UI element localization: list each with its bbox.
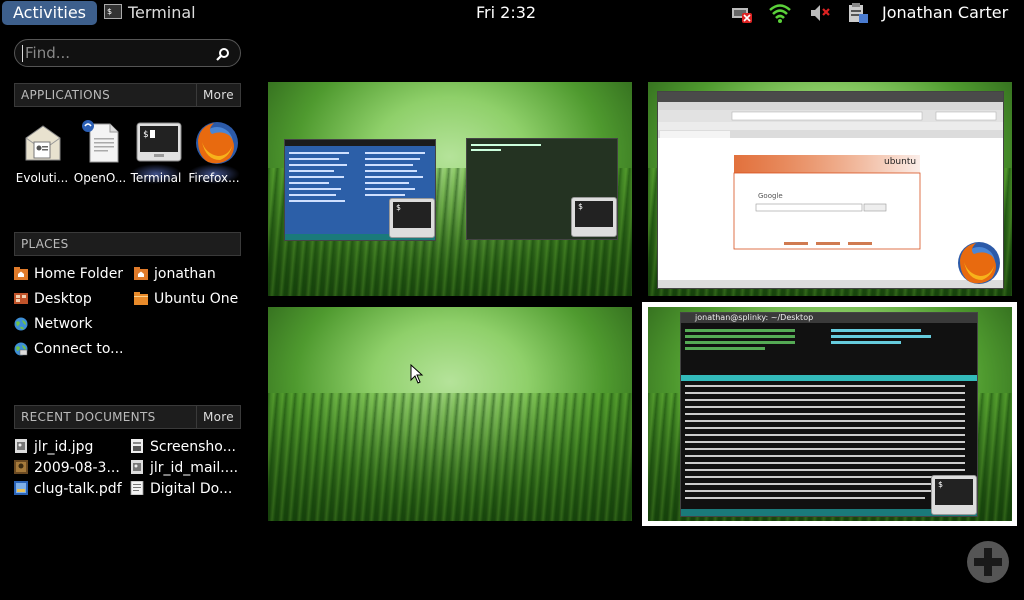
terminal-icon: $ [389,198,435,238]
window-terminal-mc[interactable]: $ [284,139,436,241]
mouse-pointer [410,363,424,384]
window-firefox[interactable]: Google ubuntu [657,91,1004,289]
photo-file-icon [14,460,28,474]
wallpaper-grass [268,392,632,521]
search-input[interactable]: Find... [14,39,241,67]
home-folder-icon [134,266,148,280]
workspace-3[interactable] [268,307,632,521]
recent-doc-jlr-id-mail[interactable]: jlr_id_mail.... [130,459,238,477]
folder-icon [134,291,148,305]
doc-label: Screensho... [150,439,236,455]
text-cursor [22,45,23,62]
place-label: Desktop [34,291,92,307]
network-icon [14,317,28,330]
recent-doc-clug-talk[interactable]: clug-talk.pdf [14,480,122,498]
app-label: OpenO... [73,171,127,185]
firefox-icon [194,120,238,164]
recent-doc-screenshot[interactable]: Screensho... [130,438,236,456]
svg-text:$: $ [143,130,148,140]
svg-text:Google: Google [758,192,783,200]
terminal-icon: $ [136,120,182,164]
window-title: jonathan@splinky: ~/Desktop [695,313,814,322]
workspace-1[interactable]: $ $ [268,82,632,296]
home-folder-icon [14,266,28,280]
terminal-icon: $ [571,197,617,237]
app-menu-label: Terminal [128,3,196,22]
place-label: Ubuntu One [154,291,239,307]
app-label: Firefox... [188,171,240,185]
doc-label: jlr_id_mail.... [150,460,239,476]
place-ubuntu-one[interactable]: Ubuntu One [134,290,238,308]
user-menu[interactable]: Jonathan Carter [882,2,1008,24]
recent-more-button[interactable]: More [196,405,240,429]
app-terminal[interactable]: $ Terminal [128,118,184,188]
workspace-2[interactable]: Google ubuntu [648,82,1012,296]
app-menu-button[interactable]: $ Terminal [104,2,196,24]
search-icon [216,46,230,61]
search-placeholder: Find... [25,44,71,62]
app-openoffice[interactable]: OpenO... [72,118,128,188]
recent-documents-header: RECENT DOCUMENTS More [14,405,241,429]
document-file-icon [130,480,144,496]
workspace-4[interactable]: jonathan@splinky: ~/Desktop $ [648,307,1012,521]
place-network[interactable]: Network [14,315,92,333]
wifi-icon[interactable] [768,2,792,24]
place-desktop[interactable]: Desktop [14,290,92,308]
window-terminal[interactable]: $ [466,138,618,240]
image-file-icon [130,460,144,474]
clipboard-icon[interactable] [846,2,870,24]
window-terminal-htop[interactable]: jonathan@splinky: ~/Desktop $ [680,312,978,517]
app-label: Evoluti... [15,171,69,185]
image-file-icon [130,439,144,453]
app-evolution[interactable]: Evoluti... [14,118,70,188]
doc-label: Digital Do... [150,481,233,497]
openoffice-document-icon [80,120,122,164]
doc-label: jlr_id.jpg [34,439,94,455]
places-header: PLACES [14,232,241,256]
volume-muted-icon[interactable] [808,2,832,24]
connect-server-icon [14,342,28,355]
places-title: PLACES [21,237,69,251]
doc-label: 2009-08-3... [34,460,120,476]
recent-doc-digital-do[interactable]: Digital Do... [130,480,232,498]
place-label: jonathan [154,266,216,282]
place-label: Network [34,316,93,332]
place-connect-to[interactable]: Connect to... [14,340,124,358]
place-label: Home Folder [34,266,124,282]
place-jonathan[interactable]: jonathan [134,265,216,283]
ubuntu-logo-text: ubuntu [884,157,917,167]
network-disconnected-icon[interactable] [730,2,754,24]
clock[interactable]: Fri 2:32 [476,2,536,24]
applications-title: APPLICATIONS [21,88,111,102]
terminal-icon: $ [931,475,977,515]
desktop-icon [14,292,28,305]
place-home-folder[interactable]: Home Folder [14,265,123,283]
recent-doc-2009-08[interactable]: 2009-08-3... [14,459,120,477]
image-file-icon [14,439,28,453]
top-panel: Activities $ Terminal Fri 2:32 Jonathan C… [0,0,1024,26]
doc-label: clug-talk.pdf [34,481,122,497]
add-workspace-button[interactable] [966,540,1010,584]
applications-more-button[interactable]: More [196,83,240,107]
evolution-mail-icon [22,120,64,164]
firefox-icon [956,240,1002,286]
pdf-file-icon [14,481,28,495]
activities-button[interactable]: Activities [2,1,97,25]
app-label: Terminal [130,171,182,185]
app-firefox[interactable]: Firefox... [186,118,242,188]
terminal-icon: $ [104,4,122,19]
recent-doc-jlr-id[interactable]: jlr_id.jpg [14,438,93,456]
applications-header: APPLICATIONS More [14,83,241,107]
recent-documents-title: RECENT DOCUMENTS [21,410,156,424]
place-label: Connect to... [34,341,124,357]
